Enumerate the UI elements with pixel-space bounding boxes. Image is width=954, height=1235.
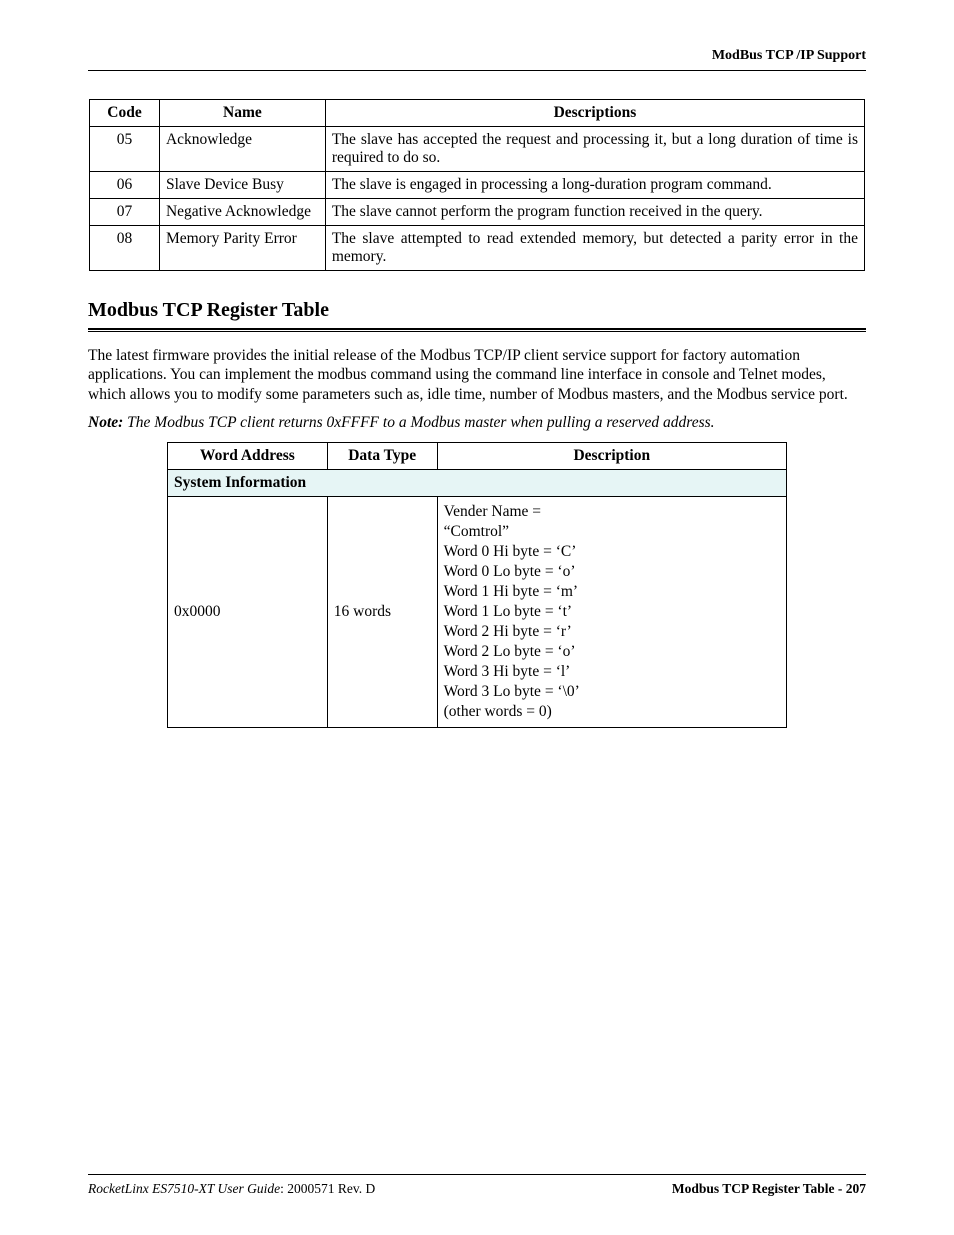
footer-rev: : 2000571 Rev. D xyxy=(280,1181,375,1196)
cell-code: 05 xyxy=(90,127,160,172)
cell-desc: Vender Name = “Comtrol” Word 0 Hi byte =… xyxy=(437,497,786,728)
desc-line: Word 1 Hi byte = ‘m’ xyxy=(444,583,780,601)
desc-line: Word 0 Hi byte = ‘C’ xyxy=(444,543,780,561)
cell-code: 07 xyxy=(90,199,160,226)
page-footer: RocketLinx ES7510-XT User Guide: 2000571… xyxy=(88,1174,866,1197)
desc-line: “Comtrol” xyxy=(444,523,780,541)
cell-dtype: 16 words xyxy=(327,497,437,728)
cell-name: Memory Parity Error xyxy=(159,226,325,271)
note-label: Note: xyxy=(88,414,123,431)
desc-line: Word 1 Lo byte = ‘t’ xyxy=(444,603,780,621)
desc-line: Word 0 Lo byte = ‘o’ xyxy=(444,563,780,581)
section-body: The latest firmware provides the initial… xyxy=(88,346,866,404)
table-row: 06 Slave Device Busy The slave is engage… xyxy=(90,172,865,199)
page: ModBus TCP /IP Support Code Name Descrip… xyxy=(0,0,954,1235)
table-row: 07 Negative Acknowledge The slave cannot… xyxy=(90,199,865,226)
note-text-content: The Modbus TCP client returns 0xFFFF to … xyxy=(127,414,714,431)
section-cell: System Information xyxy=(168,470,787,497)
desc-line: (other words = 0) xyxy=(444,703,780,721)
footer-rule xyxy=(88,1174,866,1175)
table-row: 0x0000 16 words Vender Name = “Comtrol” … xyxy=(168,497,787,728)
desc-line: Word 3 Lo byte = ‘\0’ xyxy=(444,683,780,701)
col-header-desc: Descriptions xyxy=(325,100,864,127)
col-header-code: Code xyxy=(90,100,160,127)
cell-desc: The slave is engaged in processing a lon… xyxy=(325,172,864,199)
section-rule xyxy=(88,328,866,332)
cell-addr: 0x0000 xyxy=(168,497,328,728)
col-header-dtype: Data Type xyxy=(327,443,437,470)
cell-name: Negative Acknowledge xyxy=(159,199,325,226)
table-section-row: System Information xyxy=(168,470,787,497)
cell-code: 06 xyxy=(90,172,160,199)
footer-line: RocketLinx ES7510-XT User Guide: 2000571… xyxy=(88,1181,866,1197)
desc-line: Word 2 Lo byte = ‘o’ xyxy=(444,643,780,661)
cell-desc: The slave has accepted the request and p… xyxy=(325,127,864,172)
footer-product: RocketLinx ES7510-XT User Guide xyxy=(88,1181,280,1196)
col-header-desc: Description xyxy=(437,443,786,470)
section-title: Modbus TCP Register Table xyxy=(88,299,866,322)
table-row: 08 Memory Parity Error The slave attempt… xyxy=(90,226,865,271)
col-header-addr: Word Address xyxy=(168,443,328,470)
register-table: Word Address Data Type Description Syste… xyxy=(167,442,787,728)
note: Note: The Modbus TCP client returns 0xFF… xyxy=(88,414,866,432)
cell-name: Slave Device Busy xyxy=(159,172,325,199)
cell-name: Acknowledge xyxy=(159,127,325,172)
cell-code: 08 xyxy=(90,226,160,271)
table-header-row: Word Address Data Type Description xyxy=(168,443,787,470)
cell-desc: The slave cannot perform the program fun… xyxy=(325,199,864,226)
table-row: 05 Acknowledge The slave has accepted th… xyxy=(90,127,865,172)
footer-left: RocketLinx ES7510-XT User Guide: 2000571… xyxy=(88,1181,375,1197)
cell-desc: The slave attempted to read extended mem… xyxy=(325,226,864,271)
header-rule xyxy=(88,70,866,71)
footer-right: Modbus TCP Register Table - 207 xyxy=(672,1181,866,1197)
desc-line: Vender Name = xyxy=(444,503,780,521)
exception-code-table: Code Name Descriptions 05 Acknowledge Th… xyxy=(89,99,865,271)
desc-line: Word 3 Hi byte = ‘l’ xyxy=(444,663,780,681)
desc-line: Word 2 Hi byte = ‘r’ xyxy=(444,623,780,641)
col-header-name: Name xyxy=(159,100,325,127)
table-header-row: Code Name Descriptions xyxy=(90,100,865,127)
running-header: ModBus TCP /IP Support xyxy=(88,48,866,64)
